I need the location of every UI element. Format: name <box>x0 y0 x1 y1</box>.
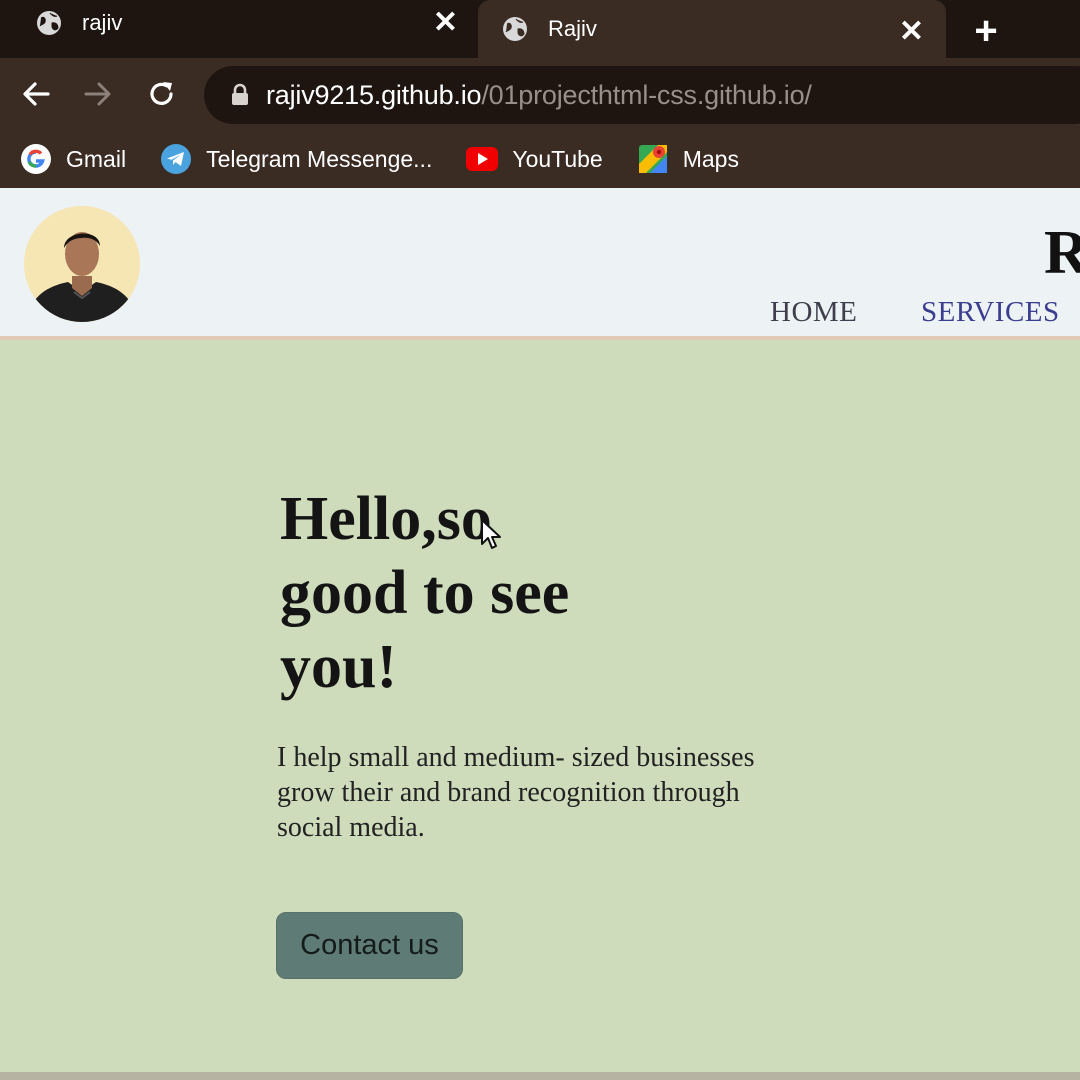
page-bottom-edge <box>0 1072 1080 1080</box>
reload-icon[interactable] <box>140 72 184 116</box>
hero-description: I help small and medium- sized businesse… <box>277 740 837 845</box>
back-arrow-icon[interactable] <box>14 72 58 116</box>
url-text: rajiv9215.github.io/01projecthtml-css.gi… <box>266 80 812 111</box>
bookmark-label: Telegram Messenge... <box>206 145 433 172</box>
address-bar[interactable]: rajiv9215.github.io/01projecthtml-css.gi… <box>204 66 1080 124</box>
tab-title: Rajiv <box>548 16 597 41</box>
nav-home-link[interactable]: HOME <box>770 296 857 329</box>
bookmark-telegram[interactable]: Telegram Messenge... <box>160 143 432 175</box>
bookmark-label: Gmail <box>66 145 127 172</box>
hero-heading: Hello,so good to see you! <box>280 482 680 704</box>
avatar <box>24 206 140 322</box>
bookmark-gmail[interactable]: Gmail <box>20 143 126 175</box>
contact-us-button[interactable]: Contact us <box>276 912 463 979</box>
hero-text-line: social media. <box>277 812 425 843</box>
google-icon <box>20 143 52 175</box>
site-header: R HOME SERVICES <box>0 188 1080 340</box>
browser-toolbar: rajiv9215.github.io/01projecthtml-css.gi… <box>0 58 1080 130</box>
hero-text-line: grow their and brand recognition through <box>277 777 740 808</box>
url-host: rajiv9215.github.io <box>266 79 482 110</box>
url-path: /01projecthtml-css.github.io/ <box>481 79 812 110</box>
tab-rajiv-active[interactable]: Rajiv ✕ <box>478 0 946 58</box>
bookmark-maps[interactable]: Maps <box>637 143 739 175</box>
site-brand: R <box>1044 219 1080 287</box>
close-tab-icon[interactable]: ✕ <box>433 8 458 38</box>
telegram-icon <box>160 143 192 175</box>
youtube-icon <box>466 143 499 175</box>
bookmark-youtube[interactable]: YouTube <box>466 143 603 175</box>
tab-title: rajiv <box>82 10 123 35</box>
bookmark-label: YouTube <box>512 145 603 172</box>
nav-services-link[interactable]: SERVICES <box>921 296 1060 329</box>
new-tab-icon[interactable]: + <box>966 11 1006 52</box>
hero-heading-line: Hello,so <box>280 485 492 553</box>
tab-rajiv[interactable]: rajiv ✕ <box>0 0 478 52</box>
tab-strip: rajiv ✕ Rajiv ✕ + <box>0 0 1080 58</box>
hero-heading-line: you! <box>280 633 398 701</box>
globe-icon <box>500 14 530 44</box>
hero-heading-line: good to see <box>280 559 570 627</box>
bookmark-label: Maps <box>682 145 739 172</box>
maps-icon <box>637 143 669 175</box>
mouse-pointer-icon <box>480 518 502 552</box>
close-tab-icon[interactable]: ✕ <box>899 17 924 47</box>
globe-icon <box>34 8 64 38</box>
hero-text-line: I help small and medium- sized businesse… <box>277 742 755 773</box>
forward-arrow-icon[interactable] <box>76 72 120 116</box>
bookmarks-bar: Gmail Telegram Messenge... YouTube Maps <box>0 130 1080 188</box>
lock-icon <box>230 83 252 107</box>
